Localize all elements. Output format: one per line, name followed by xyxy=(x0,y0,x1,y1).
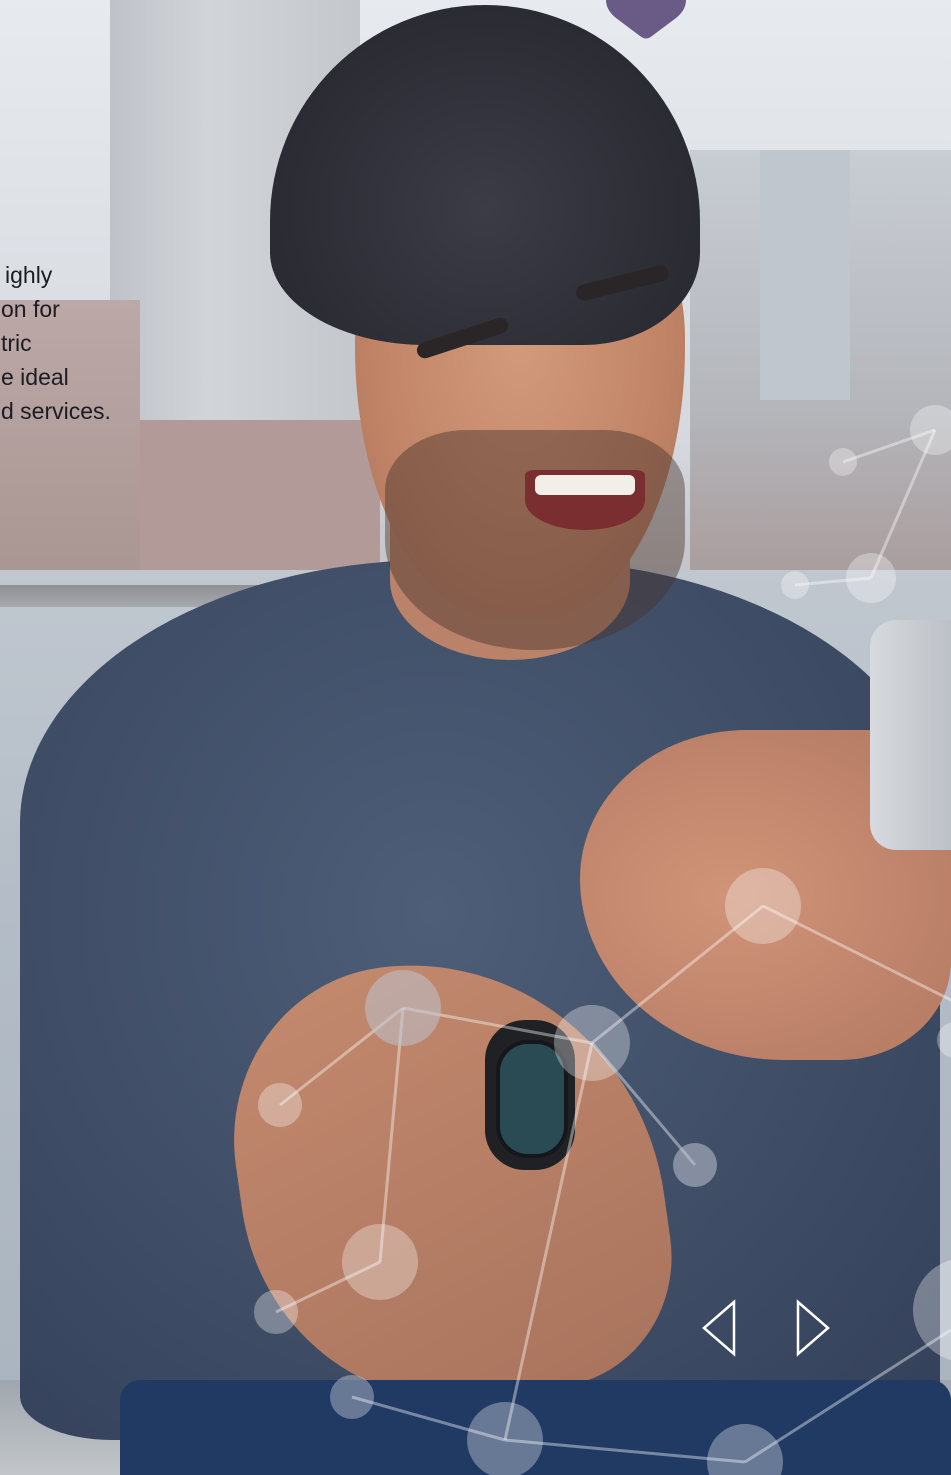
hero-tagline: ighly on for tric e ideal d services. xyxy=(0,258,150,428)
network-overlay xyxy=(254,405,951,1475)
network-node xyxy=(829,448,857,476)
network-node xyxy=(937,1022,951,1058)
network-node xyxy=(342,1224,418,1300)
network-node xyxy=(330,1375,374,1419)
network-node xyxy=(254,1290,298,1334)
network-node xyxy=(707,1424,783,1475)
network-edge xyxy=(378,1007,405,1263)
network-node xyxy=(910,405,951,455)
network-node xyxy=(467,1402,543,1475)
network-node xyxy=(258,1083,302,1127)
triangle-right-outline-icon xyxy=(796,1299,830,1357)
network-node xyxy=(725,868,801,944)
network-node xyxy=(673,1143,717,1187)
tagline-line: d services. xyxy=(1,398,111,424)
tagline-line: e ideal xyxy=(1,364,69,390)
network-node xyxy=(913,1259,951,1361)
network-nodes xyxy=(254,405,951,1475)
tagline-line: ighly xyxy=(5,262,53,288)
network-node xyxy=(365,970,441,1046)
network-node xyxy=(846,553,896,603)
hero-banner xyxy=(0,0,951,1475)
triangle-left-outline-icon xyxy=(702,1299,736,1357)
brand-badge-icon xyxy=(606,0,686,39)
network-edge xyxy=(503,1042,594,1441)
network-node xyxy=(781,571,809,599)
network-node xyxy=(554,1005,630,1081)
carousel-next-button[interactable] xyxy=(790,1296,834,1360)
carousel-prev-button[interactable] xyxy=(698,1296,742,1360)
tagline-line: tric xyxy=(1,330,32,356)
tagline-line: on for xyxy=(1,296,60,322)
